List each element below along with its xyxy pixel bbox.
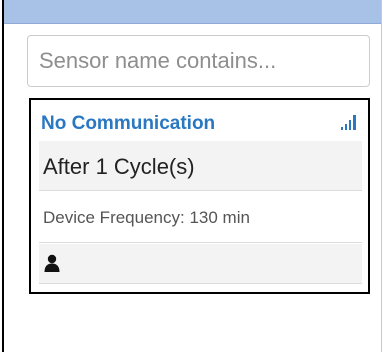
alert-card-header: No Communication — [39, 111, 362, 137]
cycle-text: After 1 Cycle(s) — [43, 154, 195, 179]
user-row — [39, 244, 362, 284]
alert-title: No Communication — [41, 113, 216, 134]
alert-card[interactable]: No Communication After 1 Cycle(s) Device… — [29, 98, 370, 294]
user-icon[interactable] — [44, 254, 60, 272]
cycle-row: After 1 Cycle(s) — [39, 141, 362, 191]
sensor-search-input[interactable] — [27, 35, 370, 87]
frequency-row: Device Frequency: 130 min — [39, 192, 362, 243]
sensor-panel: No Communication After 1 Cycle(s) Device… — [2, 0, 382, 352]
panel-header-bar — [4, 0, 381, 24]
signal-bars-icon — [340, 114, 358, 130]
device-frequency-text: Device Frequency: 130 min — [43, 208, 250, 227]
